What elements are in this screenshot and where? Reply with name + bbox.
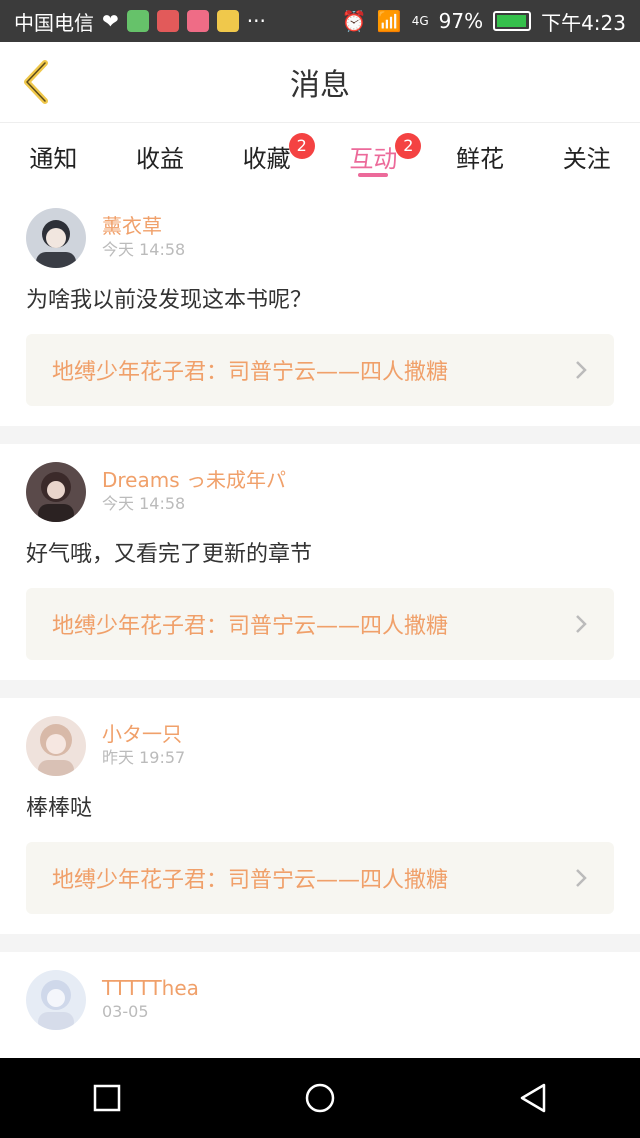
tab-label: 收益 [136, 144, 184, 173]
triangle-back-icon [521, 1083, 546, 1113]
active-tab-indicator [358, 173, 389, 177]
app-icon [126, 10, 149, 32]
home-button[interactable] [290, 1068, 350, 1128]
avatar[interactable] [26, 970, 86, 1030]
list-item: 小タ一只 昨天 19:57 棒棒哒 地缚少年花子君：司普宁云——四人撒糖 [0, 698, 640, 934]
tab-bar: 通知 收益 收藏 2 互动 2 鲜花 关注 [0, 122, 640, 189]
user-name[interactable]: 薰衣草 [102, 214, 185, 238]
clock: 下午4:23 [541, 10, 626, 35]
back-button[interactable] [14, 58, 58, 106]
timestamp: 今天 14:58 [102, 494, 186, 513]
book-title: 地缚少年花子君：司普宁云——四人撒糖 [52, 360, 449, 385]
tab-label: 收藏 2 [243, 132, 315, 174]
timestamp: 今天 14:58 [102, 240, 186, 259]
list-item: Dreams っ未成年パ 今天 14:58 好气哦，又看完了更新的章节 地缚少年… [0, 444, 640, 680]
list-item: TTTTThea 03-05 [0, 952, 640, 1050]
chevron-right-icon [574, 613, 588, 635]
divider [0, 426, 640, 444]
book-link-card[interactable]: 地缚少年花子君：司普宁云——四人撒糖 [26, 842, 614, 914]
divider [0, 680, 640, 698]
comment-text: 棒棒哒 [26, 796, 93, 821]
tab-flowers[interactable]: 鲜花 [427, 123, 534, 189]
carrier-label: 中国电信 [14, 10, 94, 35]
battery-percent: 97% [438, 9, 484, 33]
interaction-feed: 薰衣草 今天 14:58 为啥我以前没发现这本书呢？ 地缚少年花子君：司普宁云—… [0, 190, 640, 1050]
back-nav-button[interactable] [503, 1068, 563, 1128]
page-title: 消息 [290, 68, 350, 103]
unread-badge: 2 [288, 132, 315, 159]
system-nav-bar [0, 1058, 640, 1138]
heart-icon: ❤ [102, 9, 119, 33]
book-title: 地缚少年花子君：司普宁云——四人撒糖 [52, 868, 449, 893]
unread-badge: 2 [395, 132, 422, 159]
timestamp: 03-05 [102, 1002, 149, 1021]
tab-label: 关注 [562, 144, 611, 173]
book-link-card[interactable]: 地缚少年花子君：司普宁云——四人撒糖 [26, 334, 614, 406]
divider [0, 934, 640, 952]
tab-notifications[interactable]: 通知 [0, 123, 107, 189]
square-icon [93, 1084, 120, 1112]
tab-label: 互动 2 [349, 132, 422, 174]
timestamp: 昨天 19:57 [102, 748, 186, 767]
recent-apps-button[interactable] [77, 1068, 137, 1128]
tab-earnings[interactable]: 收益 [107, 123, 214, 189]
avatar[interactable] [26, 208, 86, 268]
app-icon [216, 10, 239, 32]
list-item: 薰衣草 今天 14:58 为啥我以前没发现这本书呢？ 地缚少年花子君：司普宁云—… [0, 190, 640, 426]
tab-label-text: 互动 [349, 144, 398, 173]
app-icon [156, 10, 179, 32]
chevron-right-icon [574, 867, 588, 889]
avatar[interactable] [26, 716, 86, 776]
chevron-left-icon [24, 60, 48, 104]
signal-label: 4G [411, 14, 429, 28]
app-icon [186, 10, 209, 32]
avatar[interactable] [26, 462, 86, 522]
tab-interactions[interactable]: 互动 2 [320, 123, 427, 189]
user-name[interactable]: 小タ一只 [102, 722, 185, 746]
battery-icon [493, 11, 532, 31]
status-bar: 中国电信 ❤ ··· ⏰ 📶 4G 97% 下午4:23 [0, 0, 640, 42]
tab-following[interactable]: 关注 [533, 123, 640, 189]
tab-favorites[interactable]: 收藏 2 [213, 123, 320, 189]
title-bar: 消息 [0, 42, 640, 122]
circle-icon [305, 1083, 335, 1113]
tab-label: 鲜花 [456, 144, 505, 173]
alarm-icon: ⏰ [341, 9, 367, 33]
user-name[interactable]: TTTTThea [102, 976, 199, 1000]
tab-label: 通知 [29, 144, 78, 173]
user-name[interactable]: Dreams っ未成年パ [102, 468, 286, 492]
more-notifications-icon: ··· [246, 9, 266, 33]
wifi-icon: 📶 [376, 9, 402, 33]
book-title: 地缚少年花子君：司普宁云——四人撒糖 [52, 614, 449, 639]
comment-text: 为啥我以前没发现这本书呢？ [26, 288, 313, 313]
book-link-card[interactable]: 地缚少年花子君：司普宁云——四人撒糖 [26, 588, 614, 660]
chevron-right-icon [574, 359, 588, 381]
comment-text: 好气哦，又看完了更新的章节 [26, 542, 313, 567]
